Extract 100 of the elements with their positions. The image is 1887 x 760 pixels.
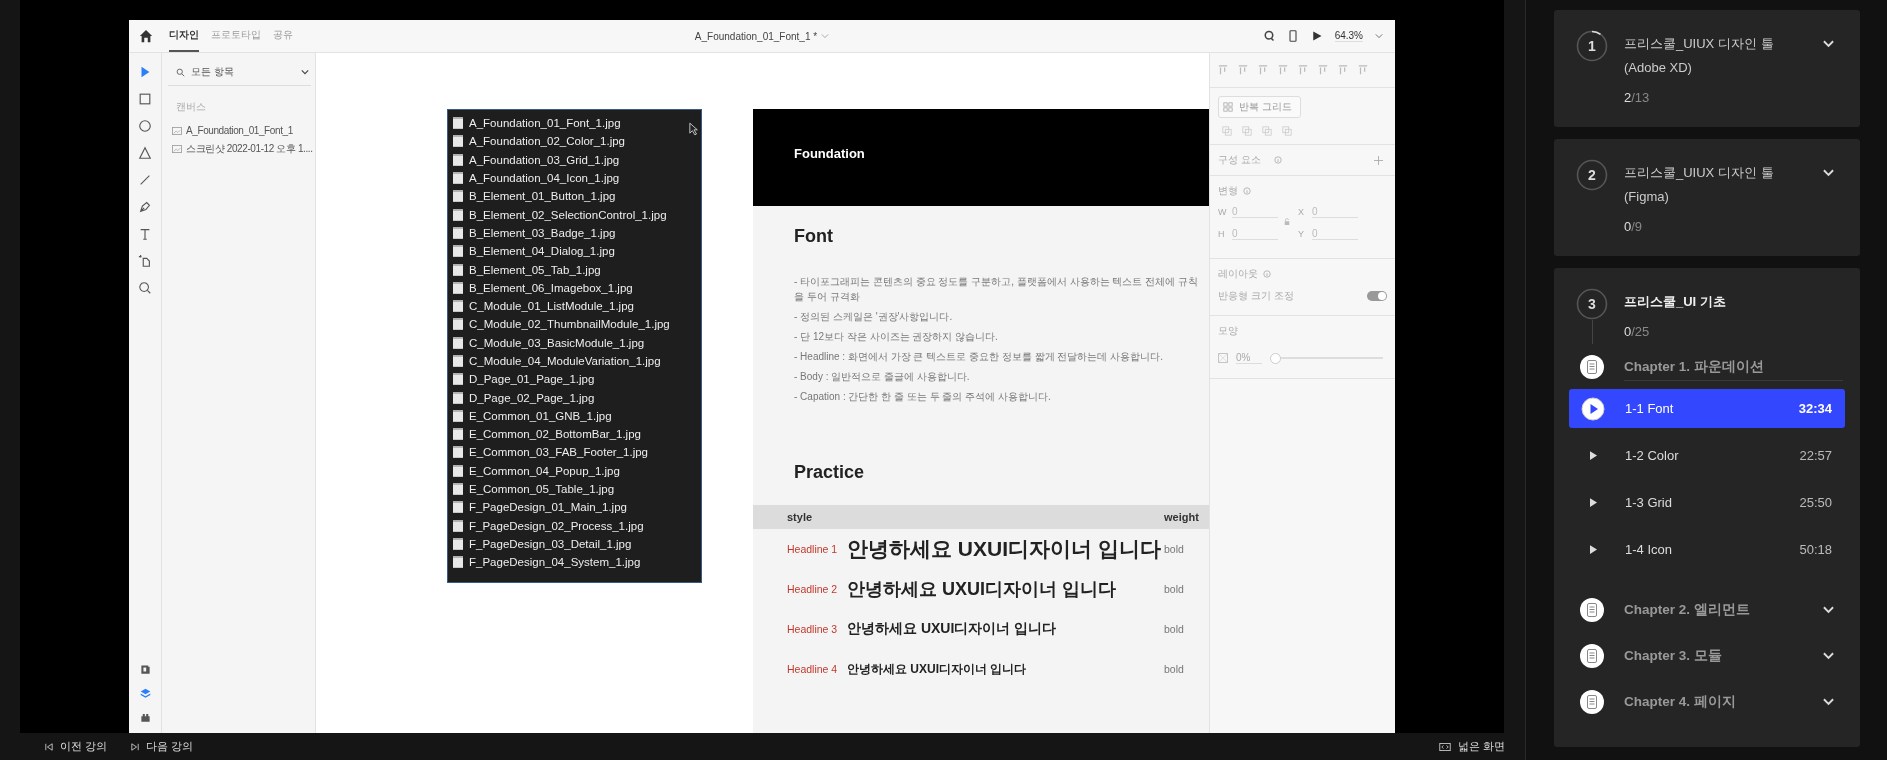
note-text: - 정의된 스케일은 '권장'사항입니다. bbox=[794, 310, 954, 324]
note-text: - Capation : 간단한 한 줄 또는 두 줄의 주석에 사용합니다. bbox=[794, 390, 1052, 404]
chevron-down-icon[interactable] bbox=[1823, 698, 1834, 706]
caret-icon[interactable] bbox=[1375, 33, 1383, 39]
file-name[interactable]: E_Common_04_Popup_1.jpg bbox=[469, 464, 620, 477]
play-icon bbox=[1581, 396, 1605, 421]
caret-icon[interactable] bbox=[821, 33, 830, 39]
file-name[interactable]: E_Common_03_FAB_Footer_1.jpg bbox=[469, 446, 648, 459]
wide-screen-button[interactable]: 넓은 화면 bbox=[1438, 739, 1505, 754]
file-name[interactable]: A_Foundation_03_Grid_1.jpg bbox=[469, 153, 620, 166]
layer-filter-dropdown[interactable]: 모든 항목 bbox=[168, 65, 311, 86]
file-thumbnail-icon bbox=[453, 153, 463, 166]
file-name[interactable]: F_PageDesign_03_Detail_1.jpg bbox=[469, 537, 632, 550]
file-name[interactable]: D_Page_02_Page_1.jpg bbox=[469, 391, 595, 404]
lecture-item[interactable]: 1-4 Icon 50:18 bbox=[1569, 530, 1845, 569]
zoom-level[interactable]: 64.3% bbox=[1334, 30, 1363, 42]
file-name[interactable]: F_PageDesign_04_System_1.jpg bbox=[469, 556, 641, 569]
lecture-item[interactable]: 1-3 Grid 25:50 bbox=[1569, 483, 1845, 522]
artboard-tool-icon[interactable] bbox=[138, 254, 152, 268]
chapter-row[interactable]: Chapter 4. 페이지 bbox=[1554, 679, 1860, 725]
chevron-down-icon[interactable] bbox=[1823, 169, 1834, 177]
play-icon bbox=[1589, 451, 1597, 460]
info-icon[interactable] bbox=[1243, 187, 1251, 195]
file-thumbnail-icon bbox=[453, 519, 463, 532]
lecture-item[interactable]: 1-2 Color 22:57 bbox=[1569, 436, 1845, 475]
progress-count: 0/25 bbox=[1624, 324, 1651, 339]
align-icon[interactable] bbox=[1338, 65, 1348, 75]
file-name[interactable]: F_PageDesign_02_Process_1.jpg bbox=[469, 519, 644, 532]
file-name[interactable]: F_PageDesign_01_Main_1.jpg bbox=[469, 501, 627, 514]
chevron-down-icon[interactable] bbox=[1823, 652, 1834, 660]
align-icon[interactable] bbox=[1278, 65, 1288, 75]
align-icon[interactable] bbox=[1258, 65, 1268, 75]
file-name[interactable]: A_Foundation_04_Icon_1.jpg bbox=[469, 172, 620, 185]
layers-panel-icon[interactable] bbox=[139, 688, 151, 699]
file-thumbnail-icon bbox=[453, 537, 463, 550]
info-icon[interactable] bbox=[1273, 156, 1282, 164]
plus-icon[interactable] bbox=[1374, 155, 1383, 165]
cursor-icon bbox=[689, 122, 699, 136]
polygon-tool-icon[interactable] bbox=[138, 146, 152, 160]
chevron-down-icon[interactable] bbox=[1823, 40, 1834, 48]
line-tool-icon[interactable] bbox=[138, 173, 152, 187]
plugins-panel-icon[interactable] bbox=[139, 712, 151, 723]
section-heading: Practice bbox=[794, 462, 866, 483]
section-label: 변형 bbox=[1218, 184, 1238, 198]
file-name[interactable]: B_Element_02_SelectionControl_1.jpg bbox=[469, 208, 667, 221]
home-icon[interactable] bbox=[139, 29, 153, 43]
chapter-row[interactable]: Chapter 3. 모듈 bbox=[1554, 633, 1860, 679]
file-name[interactable]: A_Foundation_02_Color_1.jpg bbox=[469, 135, 625, 148]
next-lecture-link[interactable]: 다음 강의 bbox=[131, 739, 194, 754]
rectangle-tool-icon[interactable] bbox=[138, 92, 152, 106]
file-name[interactable]: B_Element_03_Badge_1.jpg bbox=[469, 226, 616, 239]
previous-lecture-link[interactable]: 이전 강의 bbox=[45, 739, 108, 754]
text-tool-icon[interactable] bbox=[138, 227, 152, 241]
align-icon[interactable] bbox=[1318, 65, 1328, 75]
toggle-switch[interactable] bbox=[1367, 291, 1387, 301]
slider-thumb[interactable] bbox=[1270, 352, 1281, 364]
course-title[interactable]: 프리스쿨_UIUX 디자인 툴 (Adobe XD) bbox=[1624, 32, 1815, 80]
file-name[interactable]: E_Common_05_Table_1.jpg bbox=[469, 483, 615, 496]
field-label: X bbox=[1298, 207, 1305, 217]
chapter-row[interactable]: Chapter 2. 엘리먼트 bbox=[1554, 587, 1860, 633]
phone-icon[interactable] bbox=[1286, 30, 1299, 42]
file-name[interactable]: A_Foundation_01_Font_1.jpg bbox=[469, 117, 621, 130]
lock-icon[interactable] bbox=[1284, 218, 1290, 226]
file-name[interactable]: B_Element_04_Dialog_1.jpg bbox=[469, 245, 615, 258]
header-title: Foundation bbox=[794, 146, 865, 161]
section-label: 구성 요소 bbox=[1218, 153, 1261, 167]
course-title[interactable]: 프리스쿨_UIUX 디자인 툴 (Figma) bbox=[1624, 161, 1815, 209]
align-icon[interactable] bbox=[1358, 65, 1368, 75]
ellipse-tool-icon[interactable] bbox=[138, 119, 152, 133]
lecture-item[interactable]: 1-1 Font 32:34 bbox=[1569, 389, 1845, 428]
file-name[interactable]: C_Module_03_BasicModule_1.jpg bbox=[469, 336, 645, 349]
chapter-row[interactable]: Chapter 1. 파운데이션 bbox=[1554, 344, 1860, 390]
file-name[interactable]: C_Module_04_ModuleVariation_1.jpg bbox=[469, 355, 661, 367]
file-name[interactable]: E_Common_01_GNB_1.jpg bbox=[469, 409, 612, 422]
file-name[interactable]: C_Module_02_ThumbnailModule_1.jpg bbox=[469, 318, 670, 331]
pen-tool-icon[interactable] bbox=[138, 200, 152, 214]
play-icon bbox=[1589, 545, 1597, 554]
layer-item[interactable]: A_Foundation_01_Font_1 bbox=[168, 122, 293, 139]
file-name[interactable]: E_Common_02_BottomBar_1.jpg bbox=[469, 428, 641, 441]
file-name[interactable]: B_Element_06_Imagebox_1.jpg bbox=[469, 281, 633, 294]
weight-label: bold bbox=[1164, 663, 1185, 675]
align-icon[interactable] bbox=[1238, 65, 1248, 75]
style-label: Headline 4 bbox=[787, 663, 839, 675]
layer-item[interactable]: 스크린샷 2022-01-12 오후 1.... bbox=[168, 139, 313, 159]
play-icon[interactable] bbox=[1310, 30, 1323, 42]
toggle-label: 반응형 크기 조정 bbox=[1218, 289, 1294, 303]
info-icon[interactable] bbox=[1263, 270, 1271, 278]
tab[interactable]: 디자인 bbox=[169, 20, 199, 52]
assets-panel-icon[interactable] bbox=[139, 664, 151, 675]
align-icon[interactable] bbox=[1218, 65, 1228, 75]
align-icon[interactable] bbox=[1298, 65, 1308, 75]
chevron-down-icon[interactable] bbox=[1823, 606, 1834, 614]
progress-ring-icon: 3 bbox=[1576, 288, 1608, 320]
file-name[interactable]: B_Element_01_Button_1.jpg bbox=[469, 190, 616, 203]
image-icon bbox=[172, 145, 182, 153]
zoom-tool-icon[interactable] bbox=[138, 281, 152, 295]
file-name[interactable]: B_Element_05_Tab_1.jpg bbox=[469, 263, 601, 276]
course-title[interactable]: 프리스쿨_UI 기초 bbox=[1624, 290, 1834, 314]
file-name[interactable]: C_Module_01_ListModule_1.jpg bbox=[469, 300, 634, 313]
file-name[interactable]: D_Page_01_Page_1.jpg bbox=[469, 373, 595, 386]
